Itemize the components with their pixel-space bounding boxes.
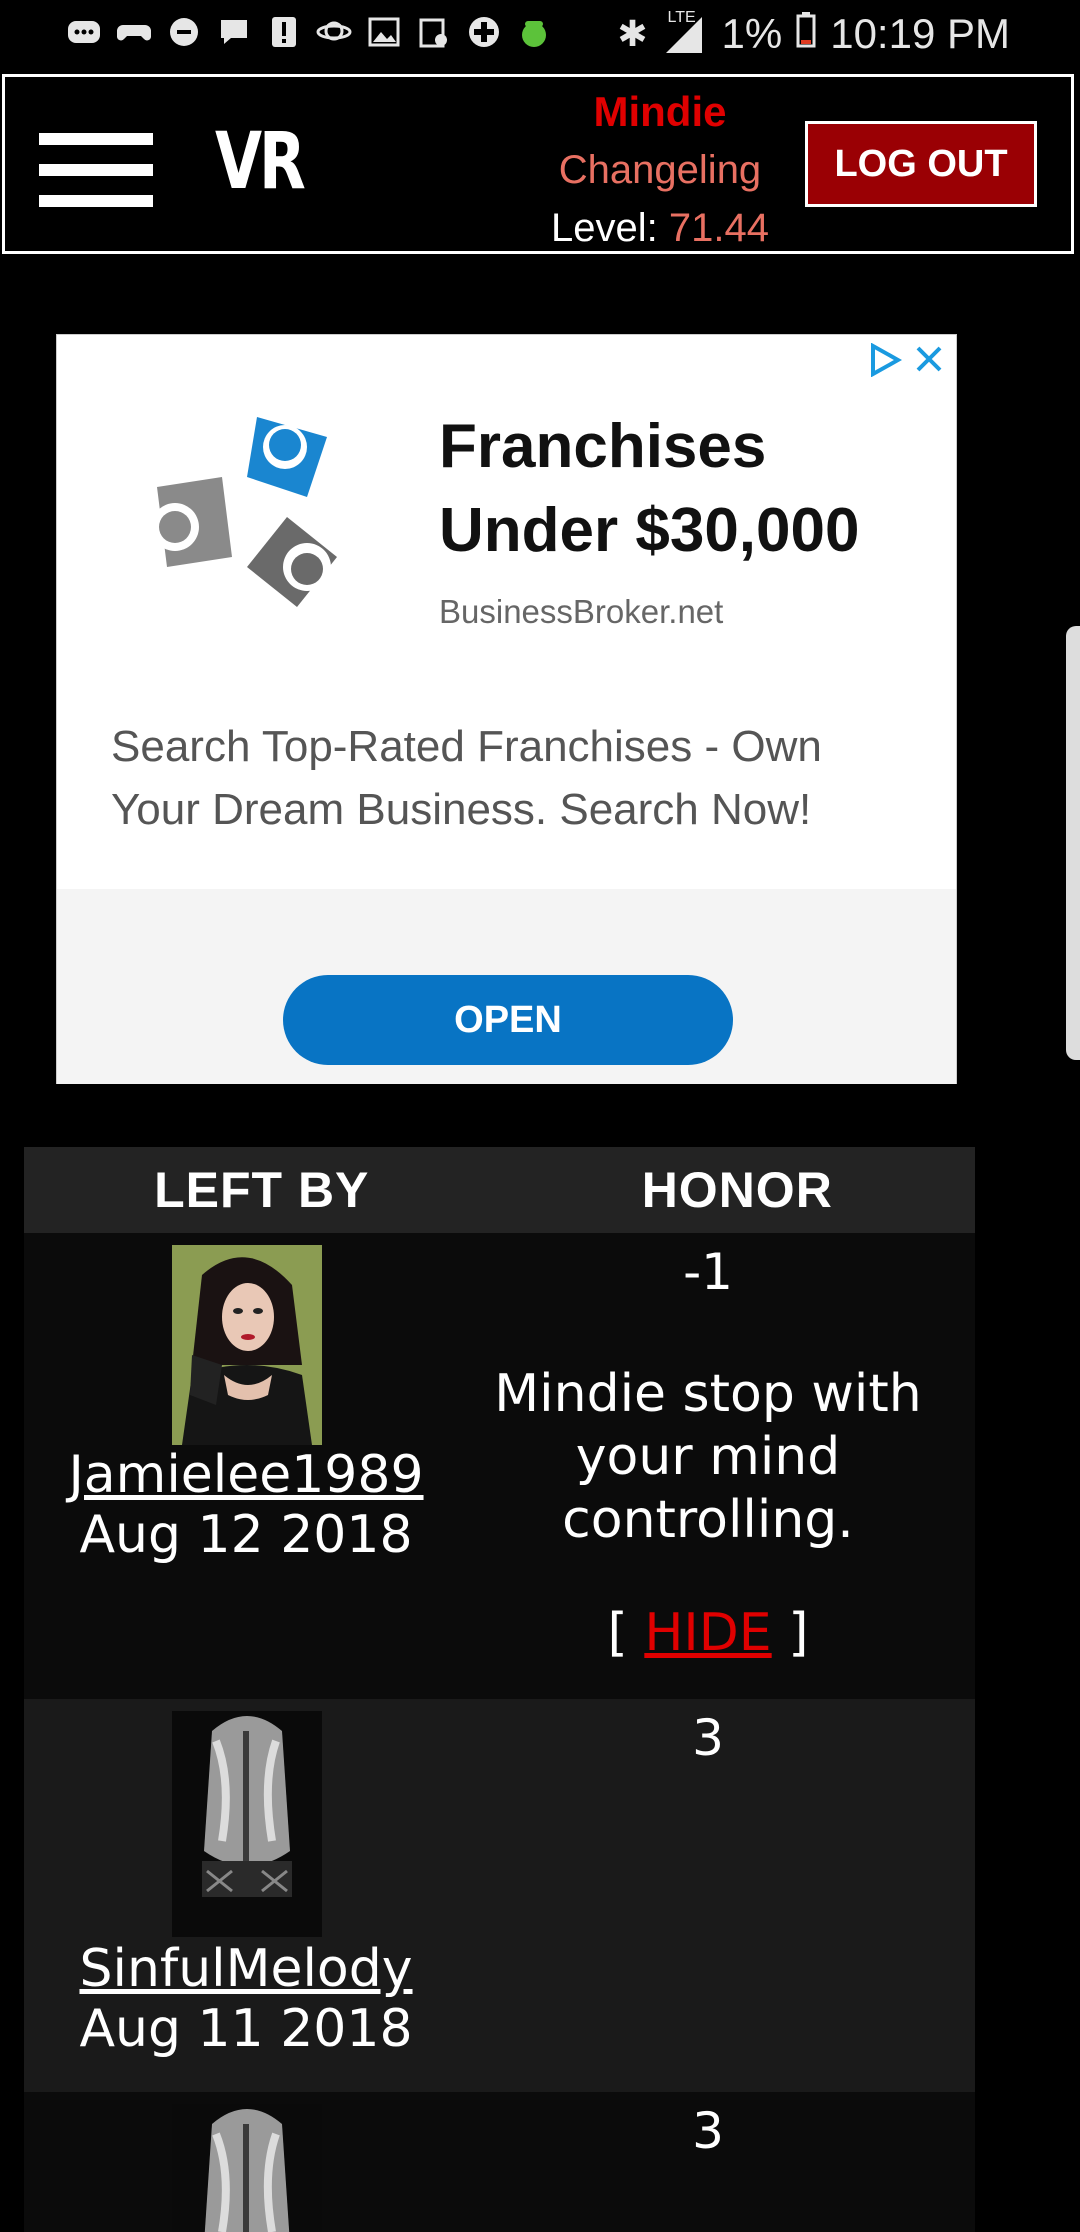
honor-comment: Mindie stop with your mind controlling. — [494, 1364, 922, 1550]
network-type-label: LTE — [667, 9, 696, 26]
ad-title[interactable]: Franchises Under $30,000 — [439, 405, 939, 573]
ad-choices[interactable] — [868, 342, 944, 386]
alert-icon — [266, 14, 302, 50]
calendar-icon — [416, 14, 452, 50]
honor-cell: -1 Mindie stop with your mind controllin… — [468, 1233, 975, 1699]
honor-score: 3 — [692, 1709, 724, 1767]
bluetooth-icon: ✱ — [617, 13, 648, 55]
avatar[interactable] — [172, 1245, 322, 1445]
advertiser-logo — [137, 407, 377, 647]
battery-icon — [796, 10, 816, 58]
ad-info-icon[interactable] — [868, 342, 903, 386]
ad-close-icon[interactable] — [914, 343, 944, 386]
ad-open-button[interactable]: OPEN — [283, 975, 733, 1065]
left-by-cell: Jamielee1989 Aug 12 2018 — [24, 1233, 468, 1699]
planet-icon — [316, 14, 352, 50]
honor-table: LEFT BY HONOR Jamielee1989 Aug 12 2018 -… — [24, 1147, 975, 2232]
table-row: Jamielee1989 Aug 12 2018 -1 Mindie stop … — [24, 1233, 975, 1699]
comment-date: Aug 12 2018 — [79, 1505, 413, 1565]
system-status: ✱ LTE 1% 10:19 PM — [617, 9, 1010, 58]
bracket-close: ] — [771, 1603, 809, 1663]
app-logo: VR — [215, 117, 306, 207]
header-honor: HONOR — [641, 1162, 833, 1218]
user-name: Mindie — [593, 88, 727, 135]
sync-icon — [166, 14, 202, 50]
game-controller-icon — [116, 14, 152, 50]
table-row: SinfulMelody Aug 11 2018 3 — [24, 1699, 975, 2092]
avatar[interactable] — [172, 2104, 322, 2232]
username-link[interactable]: Jamielee1989 — [24, 1445, 468, 1505]
clock: 10:19 PM — [830, 10, 1010, 57]
messages-icon — [66, 14, 102, 50]
avatar[interactable] — [172, 1711, 322, 1937]
ad-domain: BusinessBroker.net — [439, 593, 724, 630]
hide-control: [ HIDE ] — [468, 1603, 948, 1663]
status-bar: ✱ LTE 1% 10:19 PM — [0, 0, 1080, 72]
user-class: Changeling — [558, 148, 762, 192]
user-info: Mindie Changeling Level: 71.44 — [525, 83, 795, 257]
notification-icons — [66, 14, 552, 50]
ad-footer: OPEN — [57, 889, 956, 1084]
image-icon — [366, 14, 402, 50]
header-left-by: LEFT BY — [154, 1162, 370, 1218]
acorn-icon — [516, 14, 552, 50]
honor-cell: 3 — [468, 1699, 975, 2092]
plus-circle-icon — [466, 14, 502, 50]
app-header: VR Mindie Changeling Level: 71.44 LOG OU… — [2, 74, 1074, 254]
comment-date: Aug 11 2018 — [79, 1999, 413, 2059]
honor-score: 3 — [692, 2102, 724, 2160]
user-level: Level: 71.44 — [525, 199, 795, 257]
hide-link[interactable]: HIDE — [644, 1603, 771, 1663]
left-by-cell — [24, 2092, 468, 2232]
level-label: Level: — [551, 206, 658, 250]
honor-score: -1 — [683, 1243, 733, 1301]
table-row: 3 — [24, 2092, 975, 2232]
table-header: LEFT BY HONOR — [24, 1147, 975, 1233]
scrollbar-handle[interactable] — [1066, 626, 1080, 1060]
advertisement[interactable]: Franchises Under $30,000 BusinessBroker.… — [56, 334, 957, 1084]
left-by-cell: SinfulMelody Aug 11 2018 — [24, 1699, 468, 2092]
bracket-open: [ — [607, 1603, 645, 1663]
chat-icon — [216, 14, 252, 50]
hamburger-menu-icon[interactable] — [39, 133, 157, 207]
username-link[interactable]: SinfulMelody — [24, 1939, 468, 1999]
ad-description: Search Top-Rated Franchises - Own Your D… — [111, 722, 822, 834]
battery-percent: 1% — [721, 10, 783, 57]
signal-icon: LTE — [662, 9, 708, 55]
logout-button[interactable]: LOG OUT — [805, 121, 1037, 207]
level-value: 71.44 — [668, 206, 769, 250]
honor-cell: 3 — [468, 2092, 975, 2232]
